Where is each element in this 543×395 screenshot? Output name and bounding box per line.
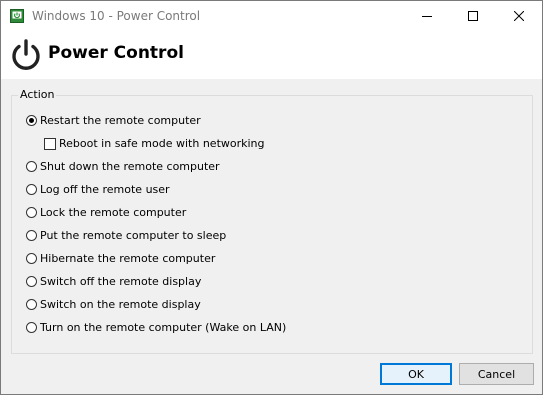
option-label: Put the remote computer to sleep [40,229,227,242]
maximize-icon [468,11,478,21]
window-title: Windows 10 - Power Control [32,9,201,23]
option-display-on[interactable]: Switch on the remote display [26,297,201,312]
power-icon [12,39,40,70]
option-log-off[interactable]: Log off the remote user [26,182,170,197]
option-restart[interactable]: Restart the remote computer [26,113,201,128]
action-group-legend: Action [18,88,57,101]
option-label: Switch off the remote display [40,275,202,288]
close-icon [514,11,524,21]
option-reboot-safe-mode[interactable]: Reboot in safe mode with networking [44,136,265,151]
option-sleep[interactable]: Put the remote computer to sleep [26,228,226,243]
option-label: Shut down the remote computer [40,160,220,173]
option-label: Hibernate the remote computer [40,252,216,265]
option-shut-down[interactable]: Shut down the remote computer [26,159,220,174]
radio-button[interactable] [26,161,37,172]
cancel-button[interactable]: Cancel [459,363,534,385]
close-button[interactable] [496,1,542,31]
option-wake-on-lan[interactable]: Turn on the remote computer (Wake on LAN… [26,320,286,335]
option-label: Turn on the remote computer (Wake on LAN… [40,321,287,334]
option-label: Reboot in safe mode with networking [59,137,265,150]
option-display-off[interactable]: Switch off the remote display [26,274,201,289]
action-groupbox [11,95,533,354]
option-label: Log off the remote user [40,183,170,196]
dialog-window: Windows 10 - Power Control Power Control [0,0,543,395]
app-icon [10,9,24,23]
radio-button[interactable] [26,115,37,126]
checkbox[interactable] [44,137,56,150]
ok-button[interactable]: OK [380,363,452,385]
radio-button[interactable] [26,184,37,195]
maximize-button[interactable] [450,1,496,31]
radio-button[interactable] [26,322,37,333]
minimize-button[interactable] [404,1,450,31]
radio-button[interactable] [26,253,37,264]
radio-button[interactable] [26,299,37,310]
option-lock[interactable]: Lock the remote computer [26,205,186,220]
dialog-header: Power Control [1,31,542,79]
minimize-icon [422,16,432,17]
option-label: Restart the remote computer [40,114,201,127]
radio-button[interactable] [26,276,37,287]
option-label: Switch on the remote display [40,298,201,311]
radio-button[interactable] [26,230,37,241]
header-title: Power Control [48,43,184,63]
option-label: Lock the remote computer [40,206,187,219]
option-hibernate[interactable]: Hibernate the remote computer [26,251,215,266]
title-bar[interactable]: Windows 10 - Power Control [1,1,542,31]
radio-button[interactable] [26,207,37,218]
